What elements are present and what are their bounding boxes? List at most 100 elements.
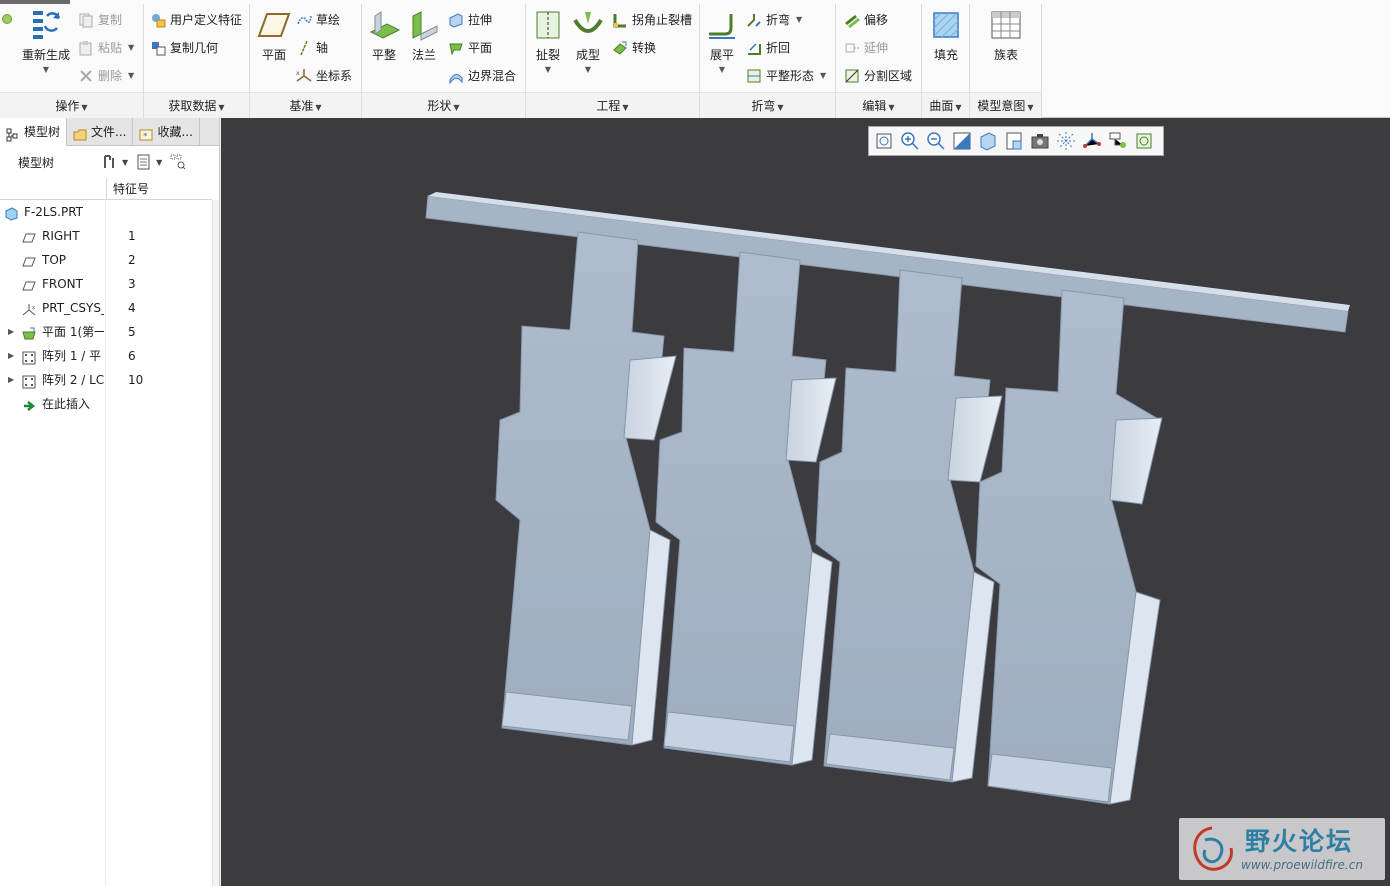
tree-item-feature-id: 3 [128,277,136,291]
group-label-engineering[interactable]: 工程 ▼ [526,92,699,118]
bend-button[interactable]: 折弯 ▼ [746,10,802,30]
flat-wall-button[interactable]: 平整 [366,8,402,63]
axis-button[interactable]: 轴 [296,38,328,58]
tab-model-tree[interactable]: 模型树 [0,118,68,146]
tree-settings-icon[interactable] [102,154,118,170]
tree-row[interactable]: ▶ 阵列 1 / 平 6 [0,344,212,368]
saved-orientations-icon[interactable] [1003,130,1025,152]
sheetmetal-part-model[interactable] [221,118,1390,886]
display-style-icon[interactable] [977,130,999,152]
fill-button[interactable]: 填充 [928,8,964,63]
expand-arrow-icon[interactable]: ▶ [8,320,14,344]
zoom-out-icon[interactable] [925,130,947,152]
chevron-down-icon[interactable]: ▼ [820,66,826,86]
convert-button[interactable]: 转换 [612,38,656,58]
datum-plane-button[interactable]: 平面 [256,8,292,63]
paste-button[interactable]: 粘贴 ▼ [78,38,134,58]
tree-item-name: 阵列 2 / LC [42,373,104,387]
chevron-down-icon[interactable]: ▼ [122,158,128,167]
boundary-blend-label: 边界混合 [468,69,517,83]
flat-wall-icon [367,8,401,42]
tree-row[interactable]: TOP 2 [0,248,212,272]
chevron-down-icon[interactable]: ▼ [530,65,566,74]
offset-label: 偏移 [864,13,889,27]
plane-button[interactable]: 平面 [448,38,492,58]
csys-button[interactable]: x 坐标系 [296,66,352,86]
delete-button[interactable]: 删除 ▼ [78,66,134,86]
unbend-label: 展平 [709,48,734,62]
group-label-surface[interactable]: 曲面 ▼ [922,92,969,118]
boundary-blend-button[interactable]: 边界混合 [448,66,516,86]
repaint-icon[interactable] [951,130,973,152]
form-button[interactable]: 成型 ▼ [570,8,606,74]
udf-button[interactable]: 用户定义特征 [150,10,242,30]
chevron-down-icon[interactable]: ▼ [156,158,162,167]
panel-toolbar-label: 模型树 [18,155,55,170]
chevron-down-icon[interactable]: ▼ [18,65,74,74]
pattern-icon [22,373,36,389]
view-manager-icon[interactable] [1029,130,1051,152]
graphics-viewport[interactable]: 野火论坛 www.proewildfire.cn [221,118,1390,886]
group-label-bend[interactable]: 折弯 ▼ [700,92,835,118]
corner-relief-button[interactable]: 拐角止裂槽 [612,10,692,30]
tree-item-feature-id: 10 [128,373,144,387]
rip-button[interactable]: 扯裂 ▼ [530,8,566,74]
zoom-in-icon[interactable] [899,130,921,152]
group-label-shapes[interactable]: 形状 ▼ [362,92,525,118]
offset-button[interactable]: 偏移 [844,10,888,30]
chevron-down-icon[interactable]: ▼ [128,38,134,58]
vertical-scrollbar[interactable] [212,200,219,886]
copy-button[interactable]: 复制 [78,10,122,30]
annotation-display-icon[interactable] [1107,130,1129,152]
chevron-down-icon[interactable]: ▼ [128,66,134,86]
refit-icon[interactable] [873,130,895,152]
group-label-operations[interactable]: 操作 ▼ [0,92,143,118]
bend-label: 折弯 [766,13,791,27]
extend-button[interactable]: 延伸 [844,38,888,58]
unbend-icon [705,8,739,42]
group-label-model-intent[interactable]: 模型意图 ▼ [970,92,1041,118]
sketch-button[interactable]: 草绘 [296,10,340,30]
rip-icon [531,8,565,42]
expand-arrow-icon[interactable]: ▶ [8,344,14,368]
tree-row[interactable]: FRONT 3 [0,272,212,296]
family-table-button[interactable]: 族表 [988,8,1024,63]
tree-row[interactable]: F-2LS.PRT [0,200,212,224]
group-label-datum[interactable]: 基准 ▼ [250,92,361,118]
spin-center-icon[interactable] [1133,130,1155,152]
fill-icon [929,8,963,42]
part-icon [4,205,18,221]
extrude-button[interactable]: 拉伸 [448,10,492,30]
show-options-icon[interactable] [136,154,152,170]
tree-row[interactable]: ▶ 平面 1(第一 5 [0,320,212,344]
perspective-view-icon[interactable] [1055,130,1077,152]
tree-row[interactable]: x PRT_CSYS_ 4 [0,296,212,320]
tree-row[interactable]: 在此插入 [0,392,212,416]
tree-row[interactable]: RIGHT 1 [0,224,212,248]
group-label-edit[interactable]: 编辑 ▼ [836,92,921,118]
regenerate-button[interactable]: 重新生成 ▼ [18,8,74,74]
split-area-label: 分割区域 [864,69,913,83]
tab-files[interactable]: 文件... [67,118,134,146]
svg-text:x: x [32,305,35,311]
column-header-feature-id[interactable]: 特征号 [106,178,149,200]
unbend-button[interactable]: 展平 ▼ [704,8,740,74]
copy-geometry-button[interactable]: 复制几何 [150,38,218,58]
carrier-strip-top-face [428,192,1350,311]
corner-relief-icon [612,12,628,28]
chevron-down-icon[interactable]: ▼ [570,65,606,74]
bend-back-button[interactable]: 折回 [746,38,790,58]
tab-favorites[interactable]: * 收藏... [133,118,200,146]
datum-display-icon[interactable] [1081,130,1103,152]
flange-button[interactable]: 法兰 [406,8,442,63]
split-area-button[interactable]: 分割区域 [844,66,912,86]
chevron-down-icon[interactable]: ▼ [704,65,740,74]
tree-row[interactable]: ▶ 阵列 2 / LC 10 [0,368,212,392]
flat-state-button[interactable]: 平整形态 ▼ [746,66,826,86]
tree-filter-icon[interactable] [170,154,186,170]
expand-arrow-icon[interactable]: ▶ [8,368,14,392]
group-operations: 重新生成 ▼ 复制 粘贴 ▼ 删除 ▼ 操作 ▼ [0,4,144,118]
carrier-strip [425,195,1349,333]
chevron-down-icon[interactable]: ▼ [796,10,802,30]
group-label-get-data[interactable]: 获取数据 ▼ [144,92,249,118]
